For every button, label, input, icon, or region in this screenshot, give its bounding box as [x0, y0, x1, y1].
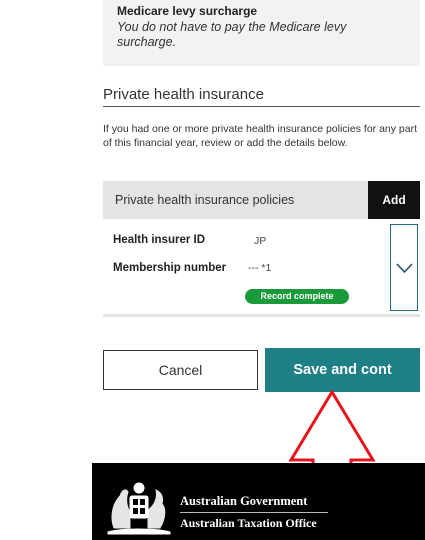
levy-title: Medicare levy surcharge [117, 4, 258, 18]
section-intro: If you had one or more private health in… [103, 123, 418, 149]
record-complete-badge: Record complete [245, 289, 349, 304]
membership-number-value: --- *1 [248, 262, 272, 274]
cancel-button[interactable]: Cancel [103, 350, 258, 390]
expand-record-button[interactable] [390, 224, 418, 311]
save-and-continue-button[interactable]: Save and cont [265, 348, 420, 392]
policies-header: Private health insurance policies [103, 181, 368, 219]
health-insurer-id-label: Health insurer ID [113, 234, 206, 246]
footer-government-name: Australian Government [180, 494, 308, 508]
chevron-down-icon [395, 263, 413, 274]
medicare-levy-box: Medicare levy surcharge You do not have … [103, 0, 420, 66]
section-divider [103, 106, 420, 107]
section-title: Private health insurance [103, 86, 264, 103]
footer-agency-name: Australian Taxation Office [180, 516, 317, 530]
policies-header-label: Private health insurance policies [115, 193, 295, 207]
footer-divider [180, 512, 328, 513]
add-policy-button[interactable]: Add [368, 181, 420, 219]
coat-of-arms-icon [107, 482, 171, 535]
membership-number-label: Membership number [113, 262, 227, 274]
levy-text: You do not have to pay the Medicare levy… [117, 20, 347, 49]
health-insurer-id-value: JP [254, 235, 267, 247]
